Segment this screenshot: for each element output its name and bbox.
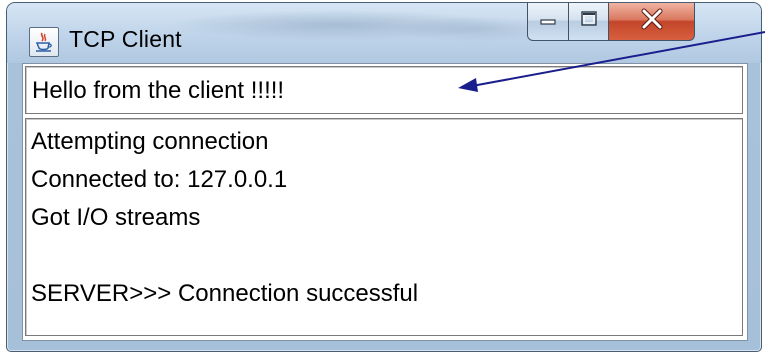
- screenshot-stage: TCP Client Hello from the client !!!!! A…: [0, 0, 765, 354]
- caption-buttons: [527, 3, 695, 41]
- message-input[interactable]: Hello from the client !!!!!: [25, 66, 743, 114]
- close-icon: [639, 8, 665, 35]
- java-cup-icon: [29, 27, 59, 57]
- client-area: Hello from the client !!!!! Attempting c…: [22, 63, 748, 341]
- maximize-icon: [579, 10, 599, 33]
- close-button[interactable]: [609, 3, 695, 41]
- window-title: TCP Client: [69, 26, 182, 52]
- title-bar[interactable]: TCP Client: [7, 3, 761, 63]
- tcp-client-window: TCP Client Hello from the client !!!!! A…: [6, 2, 762, 352]
- minimize-button[interactable]: [527, 3, 569, 41]
- minimize-icon: [538, 12, 558, 31]
- display-line: Attempting connection: [31, 128, 269, 155]
- display-line: SERVER>>> Connection successful: [31, 280, 419, 307]
- display-line: [31, 237, 742, 275]
- maximize-button[interactable]: [569, 3, 609, 41]
- display-line: Connected to: 127.0.0.1: [31, 166, 288, 193]
- message-display-area[interactable]: Attempting connection Connected to: 127.…: [25, 118, 743, 336]
- display-line: Got I/O streams: [31, 204, 201, 231]
